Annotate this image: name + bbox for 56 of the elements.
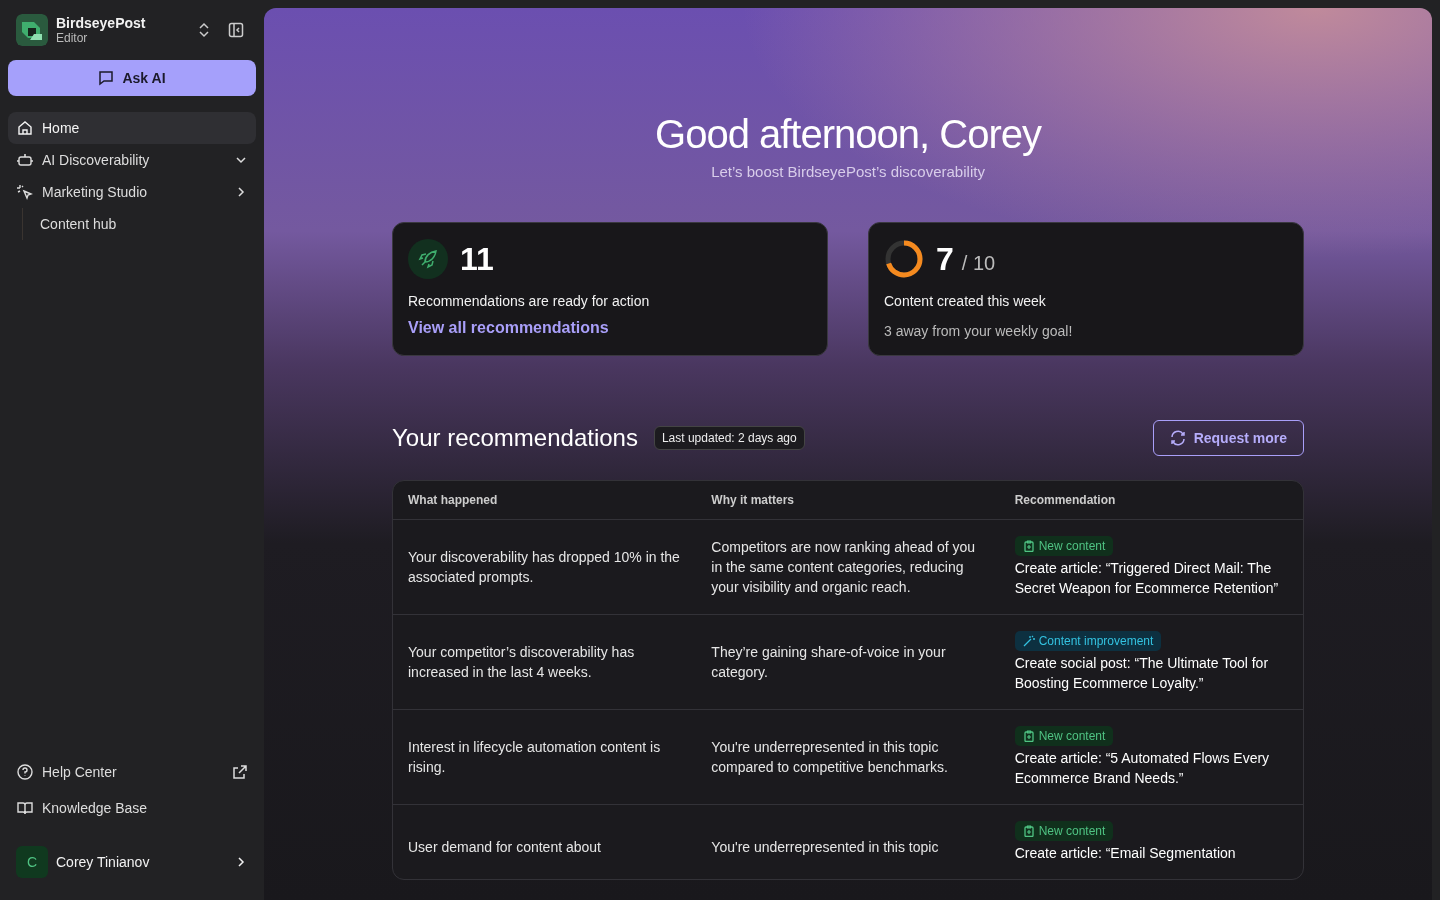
table-cell: You're underrepresented in this topic compared to competitive benchmarks. xyxy=(696,710,1000,805)
ask-ai-button[interactable]: Ask AI xyxy=(8,60,256,96)
recommendation-text: Create social post: “The Ultimate Tool for Boosting Ecommerce Loyalty.” xyxy=(1014,654,1270,693)
stat-note: 3 away from your weekly goal! xyxy=(884,323,1074,339)
table-cell: They’re gaining share-of-voice in your category. xyxy=(696,615,1000,710)
robot-icon xyxy=(16,151,34,169)
wand-icon xyxy=(1022,635,1035,647)
refresh-icon xyxy=(1169,430,1186,446)
column-header: Why it matters xyxy=(696,481,1000,520)
section-title: Your recommendations xyxy=(392,424,638,452)
table-cell-text: User demand for content about xyxy=(407,838,602,857)
stat-value: 11 xyxy=(460,240,494,278)
type-tag: Content improvement xyxy=(1014,631,1162,651)
type-tag: New content xyxy=(1014,536,1114,556)
recommendation-text: Create article: “Triggered Direct Mail: The Secret Weapon for Ecommerce Retention” xyxy=(1014,559,1280,598)
table-cell: Interest in lifecycle automation content is rising. xyxy=(393,710,697,805)
view-recommendations-link[interactable]: View all recommendations xyxy=(408,319,609,337)
book-icon xyxy=(16,799,34,817)
request-more-button[interactable]: Request more xyxy=(1152,420,1304,456)
clipboard-icon xyxy=(1022,540,1035,552)
recommendation-text: Create article: “Email Segmentation xyxy=(1014,844,1237,863)
stat-value: 7 xyxy=(936,240,954,278)
greeting-title: Good afternoon, Corey xyxy=(654,112,1043,157)
sparkle-icon xyxy=(16,183,34,201)
greeting-subtitle: Let’s boost BirdseyePost’s discoverability xyxy=(710,163,986,180)
table-cell: Competitors are now ranking ahead of you in the same content categories, reducing your visibility and organic reach. xyxy=(696,520,1000,615)
footer-link[interactable]: Help Center xyxy=(8,756,256,788)
help-icon xyxy=(16,763,34,781)
table-cell-text: You're underrepresented in this topic xyxy=(710,838,940,857)
column-header: Recommendation xyxy=(999,481,1303,520)
nav-subitem[interactable]: Content hub xyxy=(23,208,256,240)
table-cell: Your competitor’s discoverability has increased in the last 4 weeks. xyxy=(393,615,697,710)
type-tag: New content xyxy=(1014,821,1114,841)
workspace-name: BirdseyePost xyxy=(56,15,147,31)
progress-ring xyxy=(884,239,924,279)
nav-item[interactable]: Home xyxy=(8,112,256,144)
stat-total: / 10 xyxy=(961,250,996,275)
nav-item[interactable]: AI Discoverability xyxy=(8,144,256,176)
user-avatar: C xyxy=(16,846,48,878)
footer-link[interactable]: Knowledge Base xyxy=(8,792,256,824)
chat-icon xyxy=(98,70,115,86)
workspace-role: Editor xyxy=(56,31,89,45)
column-header: What happened xyxy=(393,481,697,520)
table-cell: Your discoverability has dropped 10% in the associated prompts. xyxy=(393,520,697,615)
last-updated-badge: Last updated: 2 days ago xyxy=(653,426,805,450)
recommendation-text: Create article: “5 Automated Flows Every Ecommerce Brand Needs.” xyxy=(1014,749,1271,788)
type-tag: New content xyxy=(1014,726,1114,746)
user-menu[interactable]: C Corey Tinianov xyxy=(8,840,256,884)
stat-label: Content created this week xyxy=(884,293,1047,309)
workspace-logo xyxy=(16,14,48,46)
home-icon xyxy=(16,119,34,137)
nav-item[interactable]: Marketing Studio xyxy=(8,176,256,208)
rocket-icon xyxy=(408,239,448,279)
clipboard-icon xyxy=(1022,825,1035,837)
stat-label: Recommendations are ready for action xyxy=(408,293,651,309)
clipboard-icon xyxy=(1022,730,1035,742)
